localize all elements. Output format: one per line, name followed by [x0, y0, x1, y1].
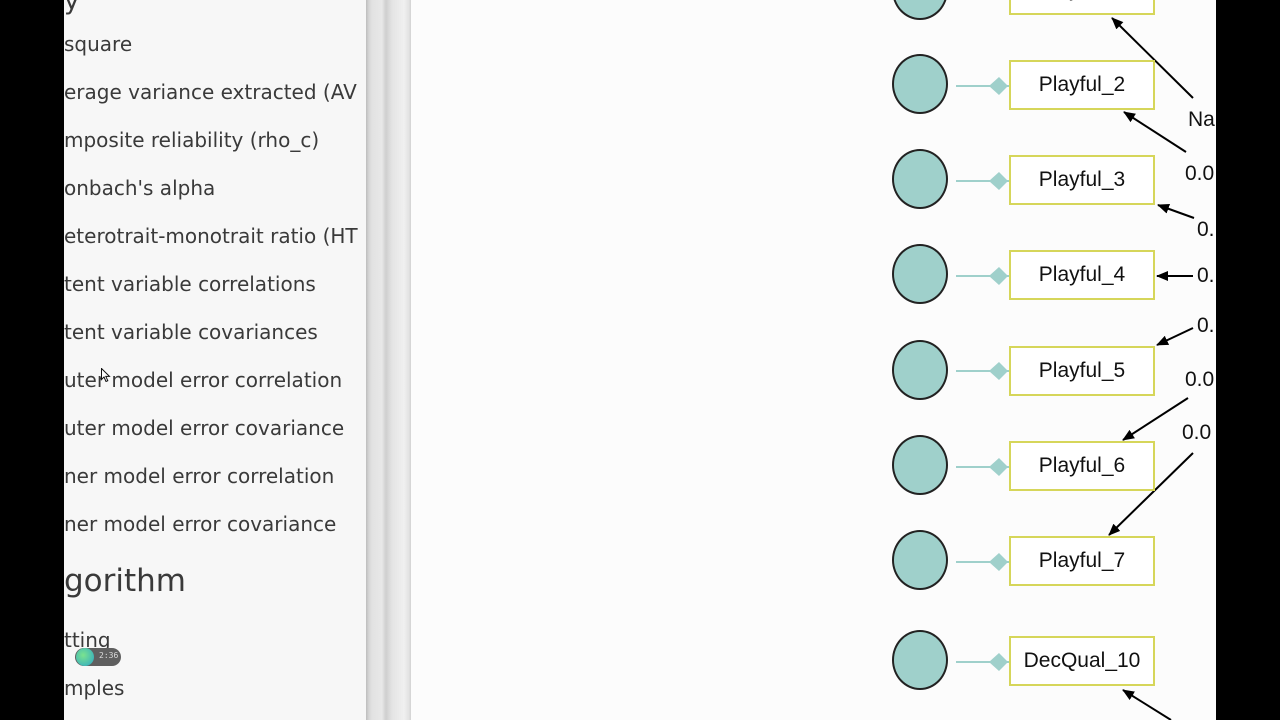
indicator-box[interactable]: DecQual_10 [1009, 636, 1155, 686]
error-term-node-5[interactable] [892, 340, 948, 400]
indicator-box[interactable]: Playful_1 [1009, 0, 1155, 15]
recording-dot-icon [76, 648, 94, 666]
indicator-box[interactable]: Playful_5 [1009, 346, 1155, 396]
error-term-node-8[interactable] [892, 630, 948, 690]
letterbox-right [1216, 0, 1280, 720]
menu-item-inner-error-covariance[interactable]: ner model error covariance [64, 512, 336, 536]
mouse-cursor-icon [101, 368, 111, 382]
menu-item-r-square[interactable]: square [64, 32, 132, 56]
loading-weight-label: 0.0 [1182, 421, 1212, 444]
menu-item-outer-error-covariance[interactable]: uter model error covariance [64, 416, 344, 440]
error-connectors [956, 77, 1009, 671]
indicator-box[interactable]: Playful_3 [1009, 155, 1155, 205]
indicator-box[interactable]: Playful_4 [1009, 250, 1155, 300]
sidebar-top-partial-heading: y [64, 0, 80, 16]
menu-item-lv-correlations[interactable]: tent variable correlations [64, 272, 316, 296]
video-time-label: 2:36 [99, 651, 119, 660]
menu-item-inner-error-correlation[interactable]: ner model error correlation [64, 464, 334, 488]
menu-item-ave[interactable]: erage variance extracted (AV [64, 80, 357, 104]
menu-item-samples[interactable]: mples [64, 676, 124, 700]
menu-item-htmt[interactable]: eterotrait-monotrait ratio (HT [64, 224, 358, 248]
video-timestamp-badge: 2:36 [75, 648, 121, 666]
indicator-box[interactable]: Playful_2 [1009, 60, 1155, 110]
loading-weight-label: 0. [1197, 264, 1215, 287]
panel-splitter[interactable] [366, 0, 411, 720]
error-term-node-2[interactable] [892, 54, 948, 114]
indicator-box[interactable]: Playful_6 [1009, 441, 1155, 491]
menu-item-composite-reliability[interactable]: mposite reliability (rho_c) [64, 128, 319, 152]
model-canvas[interactable]: Playful_1 Playful_2 Playful_3 Playful_4 … [411, 0, 1216, 720]
error-term-node-7[interactable] [892, 530, 948, 590]
indicator-box[interactable]: Playful_7 [1009, 536, 1155, 586]
error-term-node-6[interactable] [892, 435, 948, 495]
loading-weight-label: 0.0 [1185, 162, 1215, 185]
error-term-node-4[interactable] [892, 244, 948, 304]
loading-weight-label: Na [1188, 108, 1215, 131]
menu-item-lv-covariances[interactable]: tent variable covariances [64, 320, 318, 344]
error-term-node-3[interactable] [892, 149, 948, 209]
letterbox-left [0, 0, 64, 720]
menu-item-cronbachs-alpha[interactable]: onbach's alpha [64, 176, 215, 200]
section-heading-algorithm: gorithm [64, 563, 187, 599]
loading-weight-label: 0.0 [1185, 368, 1215, 391]
loading-weight-label: 0. [1197, 314, 1215, 337]
loading-weight-label: 0. [1197, 218, 1215, 241]
results-menu-sidebar: y square erage variance extracted (AV mp… [64, 0, 366, 720]
